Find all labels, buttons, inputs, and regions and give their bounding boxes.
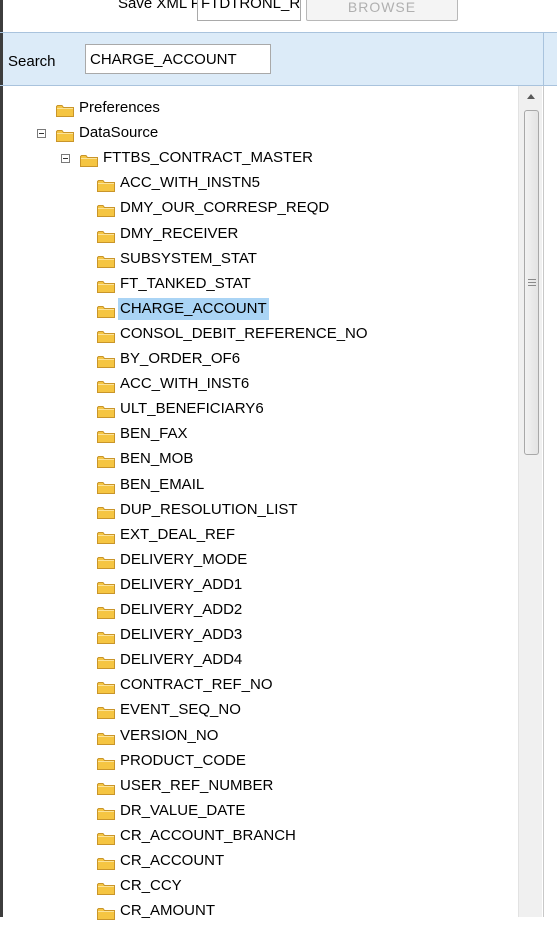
folder-icon bbox=[97, 353, 115, 368]
browse-button[interactable]: BROWSE bbox=[306, 0, 458, 21]
folder-icon bbox=[97, 604, 115, 619]
tree-node-label: DELIVERY_MODE bbox=[120, 550, 248, 568]
grip-line bbox=[528, 282, 536, 283]
folder-icon bbox=[97, 679, 115, 695]
folder-icon bbox=[97, 855, 115, 870]
scroll-up-arrow-icon[interactable] bbox=[519, 86, 542, 106]
tree-node-label: BEN_MOB bbox=[120, 450, 194, 468]
tree-node-label: VERSION_NO bbox=[120, 726, 219, 744]
folder-icon bbox=[97, 479, 115, 494]
tree-node-label: DMY_RECEIVER bbox=[120, 224, 239, 242]
search-bar: Search bbox=[0, 32, 557, 86]
tree-node-label: BY_ORDER_OF6 bbox=[120, 350, 241, 367]
folder-icon bbox=[97, 780, 115, 795]
search-input[interactable] bbox=[85, 44, 271, 74]
collapse-toggle-icon[interactable] bbox=[37, 129, 46, 139]
tree-node-label: ACC_WITH_INSTN5 bbox=[120, 174, 261, 192]
folder-icon bbox=[97, 328, 115, 343]
folder-icon bbox=[97, 730, 115, 745]
left-border bbox=[0, 33, 3, 85]
folder-icon bbox=[97, 278, 115, 293]
folder-icon bbox=[97, 303, 115, 318]
tree-node-label: DUP_RESOLUTION_LIST bbox=[120, 500, 298, 518]
tree-node-label: DELIVERY_ADD3 bbox=[120, 626, 243, 644]
tree-node-label: DELIVERY_ADD2 bbox=[120, 601, 243, 618]
folder-icon bbox=[97, 428, 115, 444]
tree-node-label: USER_REF_NUMBER bbox=[120, 776, 274, 794]
folder-icon bbox=[97, 177, 115, 193]
tree-node-label: BEN_FAX bbox=[120, 425, 188, 443]
left-border bbox=[0, 86, 3, 917]
tree-node-label: CONSOL_DEBIT_REFERENCE_NO bbox=[120, 324, 368, 342]
vertical-scrollbar[interactable] bbox=[518, 86, 542, 917]
folder-icon bbox=[97, 704, 115, 720]
tree-node-label: DELIVERY_ADD4 bbox=[120, 651, 243, 669]
tree-node-label: FTTBS_CONTRACT_MASTER bbox=[103, 149, 314, 167]
tree-node-label: CR_ACCOUNT bbox=[120, 852, 225, 869]
tree-node-label: EXT_DEAL_REF bbox=[120, 525, 236, 543]
tree-node-label: BEN_EMAIL bbox=[120, 475, 205, 493]
tree-node-label: EVENT_SEQ_NO bbox=[120, 701, 241, 719]
folder-icon bbox=[97, 202, 115, 218]
folder-icon bbox=[80, 152, 98, 168]
folder-icon bbox=[97, 253, 115, 268]
tree-node-label: CONTRACT_REF_NO bbox=[120, 676, 273, 694]
save-xml-path-bar: Save XML Path FTDTRONL_R BROWSE bbox=[0, 0, 557, 32]
folder-icon bbox=[97, 629, 115, 645]
folder-icon bbox=[97, 830, 115, 845]
tree-node-label: CR_CCY bbox=[120, 877, 182, 895]
tree-node-label: DataSource bbox=[79, 124, 159, 142]
folder-icon bbox=[56, 102, 74, 117]
tree-node-label: CR_ACCOUNT_BRANCH bbox=[120, 826, 296, 844]
collapse-toggle-icon[interactable] bbox=[61, 154, 70, 164]
panel-divider bbox=[543, 86, 544, 917]
search-label: Search bbox=[8, 53, 56, 70]
folder-icon bbox=[97, 880, 115, 896]
tree-node-label: DMY_OUR_CORRESP_REQD bbox=[120, 199, 330, 217]
tree-node-label: Preferences bbox=[79, 99, 160, 116]
tree-node-label: DELIVERY_ADD1 bbox=[120, 575, 243, 593]
tree-node-label: ULT_BENEFICIARY6 bbox=[120, 400, 264, 418]
folder-icon bbox=[56, 127, 74, 143]
tree-pane: Preferences DataSource FTTBS_CONTRACT_MAST… bbox=[0, 86, 557, 921]
tree-node-label: PRODUCT_CODE bbox=[120, 751, 246, 769]
scrollbar-thumb[interactable] bbox=[524, 110, 539, 455]
folder-icon bbox=[97, 654, 115, 670]
grip-line bbox=[528, 285, 536, 286]
folder-icon bbox=[97, 403, 115, 419]
tree-node-label: FT_TANKED_STAT bbox=[120, 274, 251, 292]
folder-icon bbox=[97, 504, 115, 519]
folder-icon bbox=[97, 378, 115, 394]
folder-icon bbox=[97, 755, 115, 770]
save-xml-path-input[interactable]: FTDTRONL_R bbox=[197, 0, 301, 21]
folder-icon bbox=[97, 554, 115, 569]
tree-node-label-selected: CHARGE_ACCOUNT bbox=[118, 297, 269, 320]
tree-node-label: ACC_WITH_INST6 bbox=[120, 375, 250, 393]
folder-icon bbox=[97, 805, 115, 820]
folder-icon bbox=[97, 905, 115, 921]
tree-node-label: SUBSYSTEM_STAT bbox=[120, 249, 257, 267]
folder-icon bbox=[97, 228, 115, 243]
folder-icon bbox=[97, 529, 115, 544]
left-border bbox=[0, 0, 3, 32]
folder-icon bbox=[97, 579, 115, 594]
folder-icon bbox=[97, 453, 115, 469]
tree-node-label: CR_AMOUNT bbox=[120, 902, 216, 920]
panel-divider bbox=[543, 33, 544, 85]
grip-line bbox=[528, 279, 536, 280]
tree-node-label: DR_VALUE_DATE bbox=[120, 801, 246, 819]
